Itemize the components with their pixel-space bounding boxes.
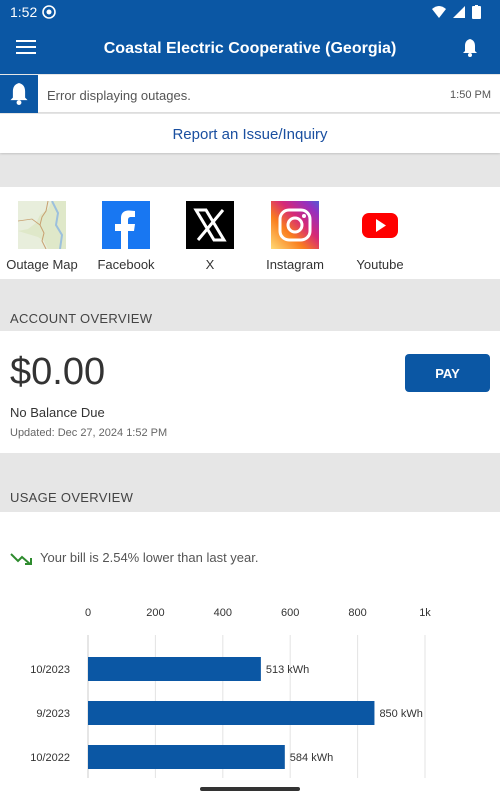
instagram-icon xyxy=(271,201,319,249)
x-tick-label: 200 xyxy=(146,607,164,619)
app-bar: Coastal Electric Cooperative (Georgia) xyxy=(0,24,500,74)
status-bar: 1:52 xyxy=(0,0,500,24)
social-label: Instagram xyxy=(266,257,324,272)
bar-value-label: 584 kWh xyxy=(290,752,333,764)
category-label: 10/2023 xyxy=(30,664,70,676)
notification-icon xyxy=(42,5,56,19)
usage-bar xyxy=(88,701,375,725)
social-item-youtube[interactable]: Youtube xyxy=(338,201,422,272)
bar-value-label: 850 kWh xyxy=(379,708,422,720)
trend-down-icon xyxy=(10,552,32,565)
facebook-icon xyxy=(102,201,150,249)
map-icon xyxy=(17,200,66,250)
notifications-bell-icon[interactable] xyxy=(462,39,478,57)
battery-icon xyxy=(472,5,481,19)
account-overview-card: $0.00 No Balance Due Updated: Dec 27, 20… xyxy=(0,331,500,453)
x-tick-label: 400 xyxy=(214,607,232,619)
system-nav-bar xyxy=(0,778,500,800)
usage-bar-chart: 0 200 400 600 800 1k 10/2023 513 kWh 9/2023 850 k… xyxy=(30,607,431,778)
social-label: Youtube xyxy=(356,257,404,272)
social-label: Facebook xyxy=(97,257,155,272)
alert-icon-box xyxy=(0,75,38,113)
balance-amount: $0.00 xyxy=(10,351,106,393)
category-label: 9/2023 xyxy=(36,708,70,720)
trend-text: Your bill is 2.54% lower than last year. xyxy=(40,550,259,565)
x-icon xyxy=(186,201,234,249)
x-tick-label: 800 xyxy=(348,607,366,619)
usage-overview-heading: USAGE OVERVIEW xyxy=(10,490,134,505)
wifi-icon xyxy=(432,6,446,18)
social-item-instagram[interactable]: Instagram xyxy=(253,201,337,272)
updated-timestamp: Updated: Dec 27, 2024 1:52 PM xyxy=(10,427,168,439)
youtube-icon xyxy=(356,201,404,249)
social-label: Outage Map xyxy=(6,257,78,272)
alert-message: Error displaying outages. xyxy=(47,88,191,103)
usage-bar xyxy=(88,745,285,769)
usage-trend: Your bill is 2.54% lower than last year. xyxy=(10,550,258,567)
social-item-x[interactable]: X xyxy=(168,201,252,272)
report-issue-row: Report an Issue/Inquiry xyxy=(0,114,500,153)
report-issue-link[interactable]: Report an Issue/Inquiry xyxy=(172,126,327,143)
pay-button[interactable]: PAY xyxy=(405,354,490,392)
social-links: Outage Map Facebook X Instagram Youtube xyxy=(0,187,500,279)
account-overview-heading: ACCOUNT OVERVIEW xyxy=(10,311,153,326)
social-item-facebook[interactable]: Facebook xyxy=(84,201,168,272)
usage-overview-card: Your bill is 2.54% lower than last year.… xyxy=(0,512,500,778)
app-title: Coastal Electric Cooperative (Georgia) xyxy=(103,40,397,57)
social-item-outage-map[interactable]: Outage Map xyxy=(0,200,84,272)
balance-status: No Balance Due xyxy=(10,405,105,420)
bar-value-label: 513 kWh xyxy=(266,664,309,676)
bell-icon xyxy=(10,83,28,105)
category-label: 10/2022 xyxy=(30,752,70,764)
alert-time: 1:50 PM xyxy=(450,89,491,101)
x-tick-label: 600 xyxy=(281,607,299,619)
usage-bar xyxy=(88,657,261,681)
status-time: 1:52 xyxy=(10,4,38,20)
outage-alert[interactable]: Error displaying outages. 1:50 PM xyxy=(0,75,500,113)
x-tick-label: 1k xyxy=(419,607,431,619)
signal-icon xyxy=(453,6,465,18)
home-gesture-pill[interactable] xyxy=(200,787,300,791)
x-tick-label: 0 xyxy=(85,607,91,619)
social-label: X xyxy=(205,257,215,272)
